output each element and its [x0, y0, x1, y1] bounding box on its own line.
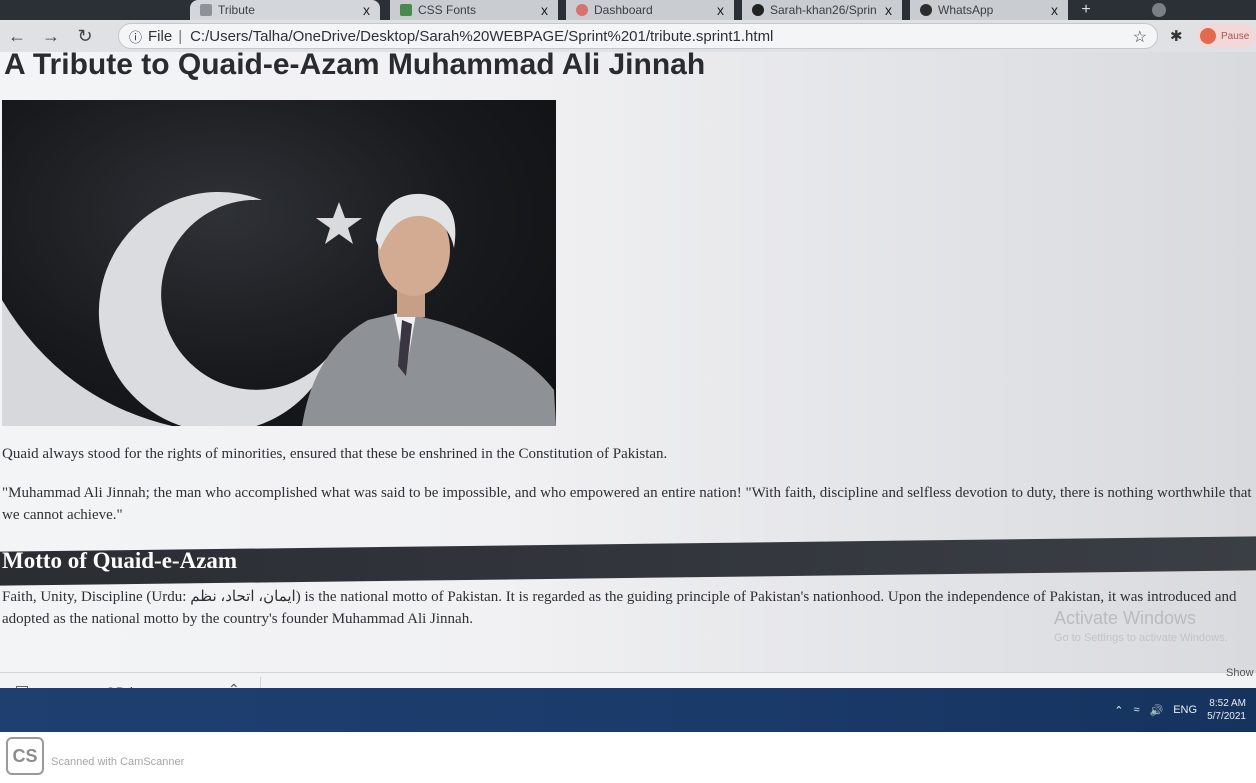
address-separator: | [178, 27, 183, 45]
clock-time: 8:52 AM [1209, 698, 1246, 709]
dashboard-icon [576, 4, 588, 16]
tab-label: Tribute [218, 3, 255, 17]
clock-date: 5/7/2021 [1207, 711, 1246, 722]
page-title: A Tribute to Quaid-e-Azam Muhammad Ali J… [4, 52, 706, 81]
whatsapp-icon [920, 4, 932, 16]
scanner-footer: CS Scanned with CamScanner [0, 732, 1256, 783]
avatar [1200, 28, 1216, 44]
portrait-artwork [2, 191, 556, 426]
tab-label: CSS Fonts [418, 3, 477, 17]
profile-button[interactable]: Pause [1196, 24, 1256, 48]
star-icon[interactable]: ☆ [1133, 27, 1147, 47]
paragraph-quote: "Muhammad Ali Jinnah; the man who accomp… [2, 485, 1252, 523]
system-tray: ⌃ ≈ 🔊 ENG 8:52 AM 5/7/2021 [1114, 688, 1246, 732]
crescent-icon [98, 191, 332, 426]
chevron-up-icon[interactable]: ⌃ [1114, 704, 1123, 717]
scanner-caption: Scanned with CamScanner [51, 756, 185, 768]
github-icon [752, 4, 764, 16]
motto-heading: Motto of Quaid-e-Azam [2, 548, 238, 573]
w3schools-icon [400, 4, 412, 16]
tab-label: Sarah-khan26/Sprin [770, 3, 877, 17]
file-scheme-label: File [148, 27, 173, 45]
new-tab-button[interactable]: + [1076, 0, 1096, 20]
profile-label: Pause [1221, 30, 1250, 42]
activate-windows-title: Activate Windows [1054, 608, 1197, 628]
close-tab-icon[interactable]: x [885, 2, 892, 18]
tab-github[interactable]: Sarah-khan26/Sprin x [742, 0, 902, 20]
reload-icon[interactable]: ↻ [68, 26, 102, 47]
wifi-icon[interactable]: ≈ [1133, 704, 1139, 716]
close-tab-icon[interactable]: x [1051, 2, 1058, 18]
language-indicator[interactable]: ENG [1173, 704, 1197, 716]
tab-label: Dashboard [594, 3, 653, 17]
tab-search-icon[interactable] [1152, 3, 1166, 17]
speaker-icon[interactable]: 🔊 [1150, 704, 1164, 717]
info-icon[interactable]: ⓘ [129, 27, 142, 46]
puzzle-icon[interactable]: ✱ [1170, 27, 1183, 45]
forward-icon[interactable]: → [34, 26, 68, 47]
web-page: A Tribute to Quaid-e-Azam Muhammad Ali J… [0, 52, 1256, 680]
star-shape-icon [316, 202, 362, 244]
browser-toolbar: ← → ↻ ⓘ File | C:/Users/Talha/OneDrive/D… [0, 20, 1256, 52]
page-favicon-icon [200, 4, 212, 16]
clock[interactable]: 8:52 AM 5/7/2021 [1207, 697, 1246, 723]
close-tab-icon[interactable]: x [541, 2, 548, 18]
suit [302, 312, 556, 426]
close-tab-icon[interactable]: x [717, 2, 724, 18]
tab-label: WhatsApp [938, 3, 994, 17]
activate-windows-subtitle: Go to Settings to activate Windows. [1054, 632, 1228, 644]
tab-dashboard[interactable]: Dashboard x [566, 0, 734, 20]
tab-whatsapp[interactable]: WhatsApp x [910, 0, 1068, 20]
windows-taskbar: ⌃ ≈ 🔊 ENG 8:52 AM 5/7/2021 [0, 688, 1256, 732]
close-tab-icon[interactable]: x [363, 2, 370, 18]
camscanner-logo: CS [6, 737, 44, 775]
url-text[interactable]: C:/Users/Talha/OneDrive/Desktop/Sarah%20… [190, 28, 773, 45]
tab-strip: Tribute x CSS Fonts x Dashboard x Sarah-… [0, 0, 1256, 20]
tab-css-fonts[interactable]: CSS Fonts x [390, 0, 558, 20]
show-all-button[interactable]: Show [1226, 667, 1254, 679]
back-icon[interactable]: ← [0, 26, 34, 47]
tab-tribute[interactable]: Tribute x [190, 0, 380, 20]
portrait-image [2, 100, 556, 426]
address-bar[interactable]: ⓘ File | C:/Users/Talha/OneDrive/Desktop… [118, 23, 1158, 49]
paragraph-minorities: Quaid always stood for the rights of min… [2, 446, 668, 462]
